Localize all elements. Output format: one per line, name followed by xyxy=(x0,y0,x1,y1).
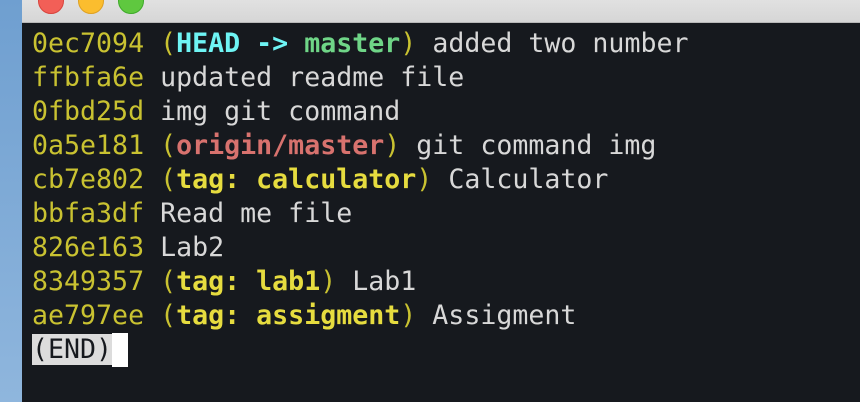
commit-hash: 0ec7094 xyxy=(32,28,145,59)
pager-end-indicator: (END) xyxy=(32,334,113,365)
commit-message: Calculator xyxy=(448,164,609,195)
log-line: 8349357 (tag: lab1) Lab1 xyxy=(32,266,417,297)
close-button[interactable] xyxy=(38,0,64,14)
text-cursor xyxy=(112,333,129,367)
zoom-button[interactable] xyxy=(118,0,144,14)
tag-ref: tag: lab1 xyxy=(176,266,321,297)
commit-message: Lab1 xyxy=(352,266,417,297)
head-ref: HEAD xyxy=(176,28,241,59)
commit-hash: ae797ee xyxy=(32,300,145,331)
commit-message: updated readme file xyxy=(160,62,465,93)
commit-hash: 8349357 xyxy=(32,266,145,297)
title-bar xyxy=(22,0,860,23)
remote-ref: origin/master xyxy=(176,130,385,161)
log-line: 0fbd25d img git command xyxy=(32,95,689,129)
tag-ref: tag: assigment xyxy=(176,300,401,331)
commit-hash: cb7e802 xyxy=(32,164,145,195)
commit-message: git command img xyxy=(416,130,657,161)
terminal-window: 0ec7094 (HEAD -> master) added two numbe… xyxy=(22,0,860,402)
commit-hash: 0fbd25d xyxy=(32,96,145,127)
commit-hash: bbfa3df xyxy=(32,198,145,229)
branch-ref: master xyxy=(304,28,401,59)
minimize-button[interactable] xyxy=(78,0,104,14)
log-line: ae797ee (tag: assigment) Assigment xyxy=(32,300,577,331)
log-line: ffbfa6e updated readme file xyxy=(32,61,689,95)
commit-message: added two number xyxy=(432,28,689,59)
commit-hash: 826e163 xyxy=(32,232,145,263)
commit-message: Lab2 xyxy=(160,232,225,263)
commit-hash: ffbfa6e xyxy=(32,62,145,93)
tag-ref: tag: calculator xyxy=(176,164,417,195)
commit-message: img git command xyxy=(160,96,401,127)
commit-message: Read me file xyxy=(160,198,353,229)
commit-message: Assigment xyxy=(432,300,577,331)
log-line: bbfa3df Read me file xyxy=(32,197,689,231)
ref-arrow: -> xyxy=(240,28,305,59)
log-line: 0a5e181 (origin/master) git command img xyxy=(32,130,657,161)
commit-hash: 0a5e181 xyxy=(32,130,145,161)
git-log-output: 0ec7094 (HEAD -> master) added two numbe… xyxy=(32,27,689,367)
pager-prompt[interactable]: (END) xyxy=(32,333,689,367)
log-line: 826e163 Lab2 xyxy=(32,231,689,265)
log-line: cb7e802 (tag: calculator) Calculator xyxy=(32,164,609,195)
log-line: 0ec7094 (HEAD -> master) added two numbe… xyxy=(32,28,689,59)
